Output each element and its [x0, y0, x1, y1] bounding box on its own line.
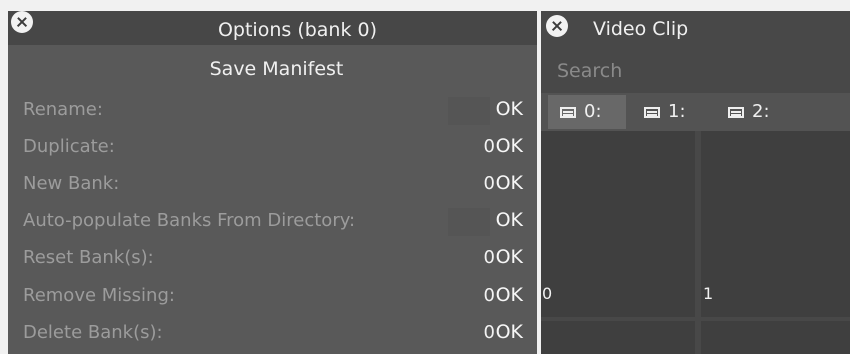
new-bank-count-input[interactable]: 0: [484, 173, 495, 194]
video-clip-title: Video Clip: [593, 18, 689, 40]
option-label: Auto-populate Banks From Directory:: [23, 210, 356, 231]
clip-label: 0: [542, 284, 553, 303]
option-label: Duplicate:: [23, 136, 115, 157]
option-row-auto-populate: Auto-populate Banks From Directory: OK: [8, 208, 537, 238]
reset-bank-ok-button[interactable]: OK: [496, 246, 523, 268]
bank-icon: [644, 107, 660, 118]
close-icon[interactable]: [546, 15, 568, 37]
options-title: Options (bank 0): [217, 19, 378, 41]
remove-missing-count-input[interactable]: 0: [484, 285, 495, 306]
clip-cell[interactable]: [541, 321, 695, 354]
tab-bank-2[interactable]: 2:: [716, 95, 794, 129]
option-row-remove-missing: Remove Missing: 0 OK: [8, 283, 537, 313]
option-label: Delete Bank(s):: [23, 322, 163, 343]
tab-bank-1[interactable]: 1:: [632, 95, 710, 129]
clip-label: 1: [703, 284, 714, 303]
delete-bank-count-input[interactable]: 0: [484, 322, 495, 343]
tab-label: 2:: [752, 101, 770, 122]
clip-cell[interactable]: [701, 321, 850, 354]
remove-missing-ok-button[interactable]: OK: [496, 284, 523, 306]
bank-icon: [560, 107, 576, 118]
clip-cell[interactable]: 0: [541, 131, 695, 317]
tab-bank-0[interactable]: 0:: [548, 95, 626, 129]
option-row-duplicate: Duplicate: 0 OK: [8, 134, 537, 164]
options-header: Options (bank 0): [8, 11, 537, 45]
option-label: Rename:: [23, 99, 103, 120]
search-input[interactable]: Search: [557, 60, 622, 82]
tab-label: 1:: [668, 101, 686, 122]
reset-bank-count-input[interactable]: 0: [484, 247, 495, 268]
clip-cell[interactable]: 1: [701, 131, 850, 317]
options-panel: Options (bank 0) Save Manifest Rename: O…: [8, 11, 537, 354]
option-label: Reset Bank(s):: [23, 247, 154, 268]
video-clip-panel: Video Clip Search 0: 1: 2: 0 1: [541, 11, 850, 354]
option-row-delete-bank: Delete Bank(s): 0 OK: [8, 320, 537, 350]
option-label: New Bank:: [23, 173, 120, 194]
option-row-new-bank: New Bank: 0 OK: [8, 171, 537, 201]
option-row-reset-bank: Reset Bank(s): 0 OK: [8, 245, 537, 275]
tab-label: 0:: [584, 101, 602, 122]
duplicate-ok-button[interactable]: OK: [496, 135, 523, 157]
rename-input[interactable]: [448, 97, 490, 125]
duplicate-count-input[interactable]: 0: [484, 136, 495, 157]
save-manifest-button[interactable]: Save Manifest: [8, 58, 537, 80]
bank-icon: [728, 107, 744, 118]
auto-populate-ok-button[interactable]: OK: [496, 209, 523, 231]
new-bank-ok-button[interactable]: OK: [496, 172, 523, 194]
auto-populate-input[interactable]: [448, 208, 490, 236]
rename-ok-button[interactable]: OK: [496, 98, 523, 120]
option-label: Remove Missing:: [23, 285, 175, 306]
option-row-rename: Rename: OK: [8, 97, 537, 127]
delete-bank-ok-button[interactable]: OK: [496, 321, 523, 343]
